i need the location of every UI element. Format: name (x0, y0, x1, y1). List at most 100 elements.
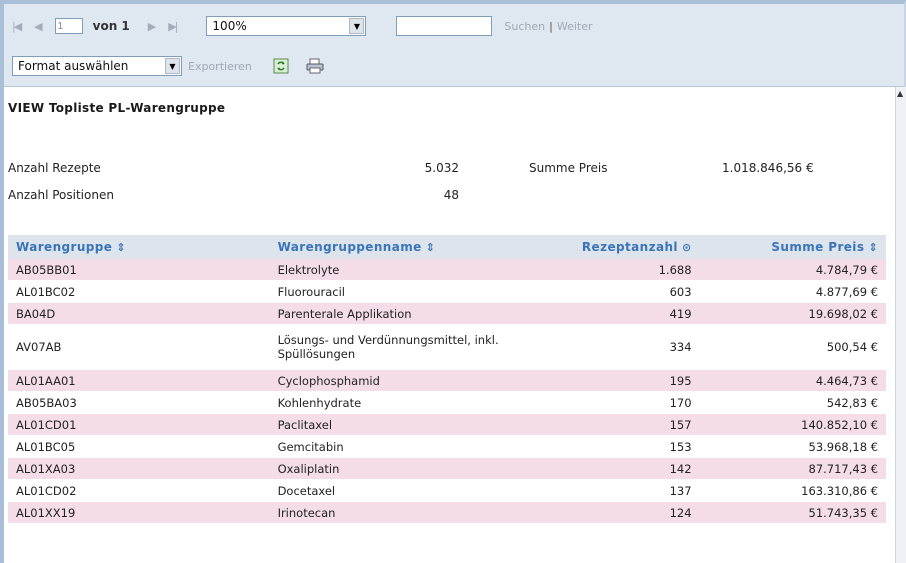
cell-rezeptanzahl: 157 (514, 413, 700, 436)
table-row: BA04D Parenterale Applikation 419 19.698,02… (8, 302, 886, 325)
format-select[interactable]: Format auswählen ▼ (12, 56, 182, 76)
cell-summe-preis: 53.968,18 € (699, 435, 886, 458)
cell-rezeptanzahl: 419 (514, 302, 700, 325)
scroll-up-icon[interactable]: ▲ (897, 89, 905, 99)
sort-icon[interactable]: ⇕ (426, 241, 436, 254)
table-row: AB05BB01 Elektrolyte 1.688 4.784,79 € (8, 259, 886, 281)
header-label: Warengruppe (16, 240, 113, 254)
refresh-icon[interactable] (272, 57, 290, 75)
cell-rezeptanzahl: 195 (514, 369, 700, 392)
export-row: Format auswählen ▼ Exportieren (12, 54, 340, 78)
chevron-down-icon[interactable]: ▼ (165, 58, 180, 74)
cell-summe-preis: 87.717,43 € (699, 457, 886, 480)
sort-icon[interactable]: ⇕ (116, 241, 126, 254)
table-row: AB05BA03 Kohlenhydrate 170 542,83 € (8, 391, 886, 414)
table-row: AL01BC05 Gemcitabin 153 53.968,18 € (8, 435, 886, 458)
cell-warengruppe: AL01XX19 (8, 501, 270, 524)
cell-warengruppe: AB05BB01 (8, 259, 270, 281)
cell-summe-preis: 4.784,79 € (699, 259, 886, 281)
cell-warengruppenname: Irinotecan (269, 501, 515, 524)
zoom-select[interactable]: 100% ▼ (206, 16, 367, 36)
cell-warengruppe: AV07AB (8, 324, 270, 370)
search-link[interactable]: Suchen (504, 20, 545, 33)
cell-warengruppenname: Paclitaxel (269, 413, 515, 436)
cell-rezeptanzahl: 153 (514, 435, 700, 458)
next-match-link[interactable]: Weiter (557, 20, 593, 33)
cell-warengruppe: AB05BA03 (8, 391, 270, 414)
cell-warengruppenname: Gemcitabin (269, 435, 515, 458)
cell-warengruppenname: Cyclophosphamid (269, 369, 515, 392)
cell-warengruppe: AL01XA03 (8, 457, 270, 480)
cell-summe-preis: 19.698,02 € (699, 302, 886, 325)
zoom-value: 100% (212, 19, 247, 33)
table-row: AV07AB Lösungs- und Verdünnungsmittel, in… (8, 324, 886, 370)
page-count-label: von 1 (92, 19, 130, 33)
table-header-row: Warengruppe ⇕ Warengruppenname ⇕ Rezeptanz… (8, 235, 886, 259)
cell-warengruppenname: Lösungs- und Verdünnungsmittel, inkl. Sp… (269, 324, 515, 370)
summe-preis-value: 1.018.846,56 € (722, 161, 814, 175)
table-row: AL01XX19 Irinotecan 124 51.743,35 € (8, 501, 886, 524)
table-row: AL01XA03 Oxaliplatin 142 87.717,43 € (8, 457, 886, 480)
table-row: AL01BC02 Fluorouracil 603 4.877,69 € (8, 280, 886, 303)
report-body: VIEW Topliste PL-Warengruppe Anzahl Reze… (4, 87, 894, 563)
cell-rezeptanzahl: 137 (514, 479, 700, 502)
page-number-input[interactable] (54, 18, 83, 34)
link-separator: | (549, 19, 553, 33)
cell-warengruppenname: Kohlenhydrate (269, 391, 515, 414)
cell-warengruppenname: Docetaxel (269, 479, 515, 502)
previous-page-icon[interactable]: ◀ (34, 20, 43, 33)
cell-rezeptanzahl: 124 (514, 501, 700, 524)
cell-summe-preis: 4.464,73 € (699, 369, 886, 392)
export-link[interactable]: Exportieren (188, 60, 252, 73)
cell-summe-preis: 542,83 € (699, 391, 886, 414)
search-input[interactable] (396, 16, 493, 36)
column-header-summe-preis[interactable]: Summe Preis ⇕ (699, 235, 886, 259)
rezepte-value: 5.032 (424, 161, 459, 175)
cell-warengruppenname: Oxaliplatin (269, 457, 515, 480)
report-toolbar: |◀ ◀ von 1 ▶ ▶| 100% ▼ Suchen | Weiter F… (4, 4, 904, 87)
first-page-icon[interactable]: |◀ (12, 20, 22, 33)
cell-rezeptanzahl: 142 (514, 457, 700, 480)
positionen-label: Anzahl Positionen (8, 188, 114, 202)
cell-rezeptanzahl: 334 (514, 324, 700, 370)
column-header-warengruppenname[interactable]: Warengruppenname ⇕ (269, 235, 515, 259)
cell-summe-preis: 140.852,10 € (699, 413, 886, 436)
cell-summe-preis: 500,54 € (699, 324, 886, 370)
table-body: AB05BB01 Elektrolyte 1.688 4.784,79 € AL01BC… (8, 259, 886, 524)
vertical-scrollbar[interactable]: ▲ (895, 87, 906, 563)
cell-warengruppe: AL01BC02 (8, 280, 270, 303)
sort-descending-icon[interactable]: ⊙ (682, 241, 692, 254)
table-row: AL01CD01 Paclitaxel 157 140.852,10 € (8, 413, 886, 436)
cell-rezeptanzahl: 170 (514, 391, 700, 414)
cell-warengruppe: AL01AA01 (8, 369, 270, 392)
column-header-rezeptanzahl[interactable]: Rezeptanzahl ⊙ (514, 235, 700, 259)
next-page-icon[interactable]: ▶ (148, 20, 157, 33)
cell-summe-preis: 4.877,69 € (699, 280, 886, 303)
summe-preis-label: Summe Preis (529, 161, 608, 175)
cell-rezeptanzahl: 603 (514, 280, 700, 303)
report-title: VIEW Topliste PL-Warengruppe (8, 101, 226, 115)
table-row: AL01CD02 Docetaxel 137 163.310,86 € (8, 479, 886, 502)
cell-warengruppenname: Elektrolyte (269, 259, 515, 281)
print-icon[interactable] (306, 57, 324, 75)
header-label: Rezeptanzahl (581, 240, 678, 254)
column-header-warengruppe[interactable]: Warengruppe ⇕ (8, 235, 270, 259)
cell-warengruppenname: Parenterale Applikation (269, 302, 515, 325)
sort-icon[interactable]: ⇕ (868, 241, 878, 254)
cell-summe-preis: 163.310,86 € (699, 479, 886, 502)
cell-warengruppe: AL01BC05 (8, 435, 270, 458)
header-label: Warengruppenname (277, 240, 422, 254)
last-page-icon[interactable]: ▶| (168, 20, 178, 33)
data-table: Warengruppe ⇕ Warengruppenname ⇕ Rezeptanz… (8, 235, 886, 524)
positionen-value: 48 (443, 188, 459, 202)
format-value: Format auswählen (18, 59, 129, 73)
cell-warengruppe: BA04D (8, 302, 270, 325)
header-label: Summe Preis (771, 240, 865, 254)
table-row: AL01AA01 Cyclophosphamid 195 4.464,73 € (8, 369, 886, 392)
cell-rezeptanzahl: 1.688 (514, 259, 700, 281)
cell-warengruppe: AL01CD02 (8, 479, 270, 502)
chevron-down-icon[interactable]: ▼ (349, 18, 365, 34)
cell-warengruppe: AL01CD01 (8, 413, 270, 436)
cell-summe-preis: 51.743,35 € (699, 501, 886, 524)
rezepte-label: Anzahl Rezepte (8, 161, 101, 175)
